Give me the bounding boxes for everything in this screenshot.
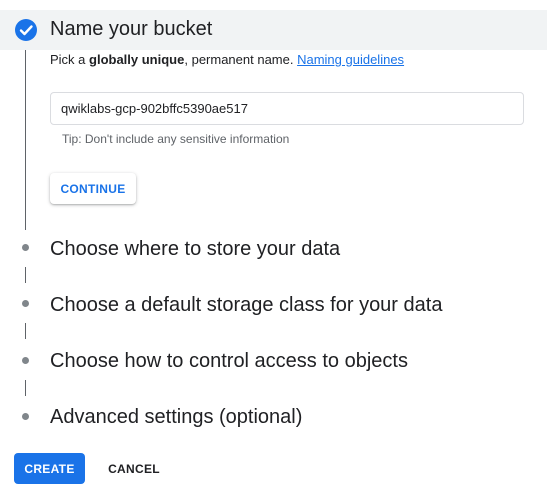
step-dot-icon — [22, 300, 29, 307]
naming-guidelines-link[interactable]: Naming guidelines — [297, 52, 404, 67]
step-title-storage-class[interactable]: Choose a default storage class for your … — [50, 294, 442, 317]
step-dot-icon — [22, 244, 29, 251]
description-bold: globally unique — [89, 52, 185, 67]
bucket-name-field[interactable] — [50, 92, 524, 125]
step-connector-line — [25, 267, 26, 283]
step-title-location[interactable]: Choose where to store your data — [50, 238, 340, 261]
continue-button[interactable]: CONTINUE — [50, 173, 136, 204]
check-circle-icon — [15, 19, 37, 41]
step-dot-icon — [22, 357, 29, 364]
create-button[interactable]: CREATE — [14, 453, 85, 484]
step-title-name-bucket: Name your bucket — [50, 18, 213, 40]
bucket-name-hint: Tip: Don't include any sensitive informa… — [62, 132, 290, 146]
step-title-advanced[interactable]: Advanced settings (optional) — [50, 406, 302, 429]
cancel-button[interactable]: CANCEL — [100, 453, 168, 484]
step-description: Pick a globally unique, permanent name. … — [50, 52, 404, 67]
step-title-access-control[interactable]: Choose how to control access to objects — [50, 350, 408, 373]
description-prefix: Pick a — [50, 52, 90, 67]
step-connector-line — [25, 380, 26, 396]
step-connector-line — [25, 323, 26, 339]
step-dot-icon — [22, 413, 29, 420]
bucket-name-input[interactable] — [61, 93, 511, 124]
description-suffix: , permanent name. — [184, 52, 298, 67]
step-connector-line — [25, 50, 26, 230]
